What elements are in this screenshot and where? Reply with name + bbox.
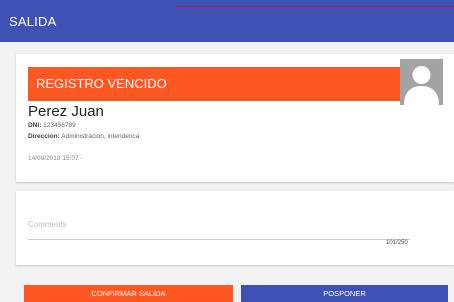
top-accent-line [176,6,454,7]
page-title: SALIDA [9,14,57,29]
comments-input[interactable] [28,209,410,240]
status-banner: REGISTRO VENCIDO [28,67,415,101]
avatar [400,59,443,105]
timestamp: 14/09/2018 15:07 - [28,155,83,162]
character-counter: 101/250 [386,240,408,246]
visitor-card: REGISTRO VENCIDO Perez Juan DNI: 1234567… [16,54,454,182]
address-row: Direccion: Administracion, intendenca [28,133,139,140]
dni-row: DNI: 123456789 [28,122,76,129]
postpone-button[interactable]: POSPONER [241,285,448,302]
address-value: Administracion, intendenca [61,133,140,140]
address-label: Direccion: [28,133,60,140]
dni-value: 123456789 [43,122,76,129]
app-bar: SALIDA [0,0,454,42]
status-label: REGISTRO VENCIDO [36,76,167,91]
dni-label: DNI: [28,122,42,129]
person-silhouette-icon [404,66,439,105]
confirm-exit-button[interactable]: CONFIRMAR SALIDA [24,285,233,302]
visitor-name: Perez Juan [28,103,104,120]
comments-card: 101/250 [16,191,454,265]
